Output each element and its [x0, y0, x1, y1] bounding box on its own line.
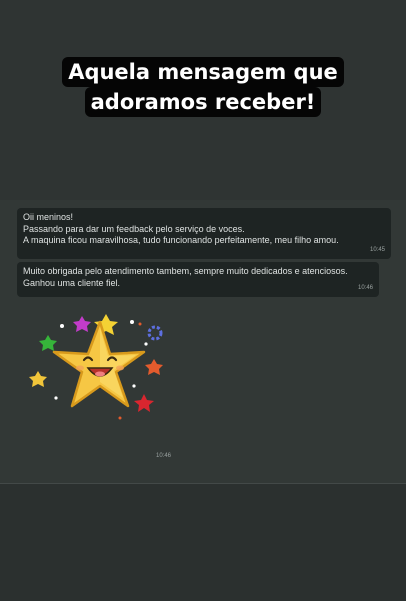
message-time: 10:46: [357, 284, 373, 291]
happy-star-sticker-icon[interactable]: [28, 308, 168, 436]
message-text: A maquina ficou maravilhosa, tudo funcio…: [23, 235, 339, 245]
message-bubble[interactable]: Muito obrigada pelo atendimento tambem, …: [17, 262, 379, 297]
message-text: Oii meninos!: [23, 212, 74, 222]
message-text: Muito obrigada pelo atendimento tambem, …: [23, 266, 348, 276]
message-text: Ganhou uma cliente fiel.: [23, 277, 121, 288]
message-time: 10:46: [156, 453, 172, 459]
caption-line-1: Aquela mensagem que: [62, 57, 344, 87]
caption-line-2: adoramos receber!: [84, 87, 322, 117]
message-bubble[interactable]: Oii meninos! Passando para dar um feedba…: [17, 208, 391, 259]
message-time: 10:45: [369, 246, 385, 253]
story-caption: Aquela mensagem que adoramos receber!: [0, 57, 406, 117]
story-background-bottom: [0, 484, 406, 601]
message-text: Passando para dar um feedback pelo servi…: [23, 223, 245, 234]
